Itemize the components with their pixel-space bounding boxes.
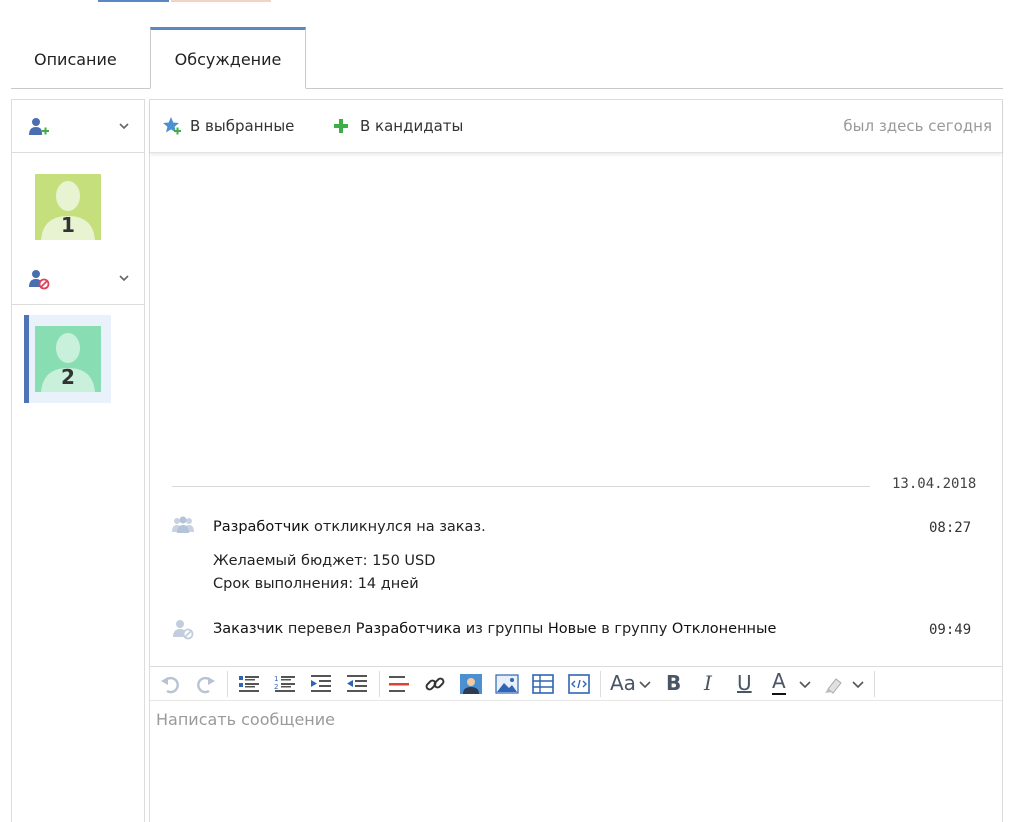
group-users-icon [172, 516, 194, 533]
horizontal-rule-icon[interactable] [387, 673, 411, 695]
event-time: 09:49 [929, 622, 972, 638]
event-move-text: Заказчик перевел Разработчика из группы … [213, 621, 776, 637]
message-input[interactable]: Написать сообщение [156, 710, 335, 729]
link-icon[interactable] [423, 673, 447, 695]
highlighter-icon[interactable] [822, 673, 846, 695]
date-divider [172, 486, 870, 487]
insert-table-icon[interactable] [531, 673, 555, 695]
event-text: откликнулся на заказ. [309, 519, 486, 535]
event-group-to: Отклоненные [671, 621, 777, 637]
chevron-down-icon[interactable] [799, 680, 811, 690]
code-icon[interactable] [567, 673, 591, 695]
message-date: 13.04.2018 [892, 476, 977, 492]
redo-icon[interactable] [193, 673, 217, 695]
chevron-down-icon[interactable] [852, 680, 864, 690]
event-text: перевел [283, 621, 356, 637]
candidates-label: В кандидаты [360, 117, 464, 135]
candidate-sidebar: 1 2 [11, 99, 145, 822]
chevron-down-icon[interactable] [118, 272, 130, 284]
top-accent-strip-secondary [171, 0, 271, 2]
event-text: из группы [461, 621, 548, 637]
underline-button[interactable]: U [737, 669, 752, 697]
undo-icon[interactable] [159, 673, 183, 695]
avatar-number: 1 [61, 213, 75, 237]
chevron-down-icon[interactable] [639, 680, 651, 690]
toolbar-separator [379, 671, 380, 697]
star-add-icon [163, 117, 181, 135]
last-seen-status: был здесь сегодня [843, 117, 992, 135]
chevron-down-icon[interactable] [118, 120, 130, 132]
add-user-icon [29, 118, 49, 135]
svg-text:2: 2 [274, 683, 278, 691]
event-detail-deadline: Срок выполнения: 14 дней [213, 576, 419, 592]
insert-image-icon[interactable] [495, 673, 519, 695]
bold-button[interactable]: B [666, 669, 681, 697]
top-accent-strip [98, 0, 169, 2]
user-blocked-gray-icon [173, 620, 194, 640]
text-color-button[interactable]: A [772, 669, 786, 695]
candidate-avatar-1[interactable]: 1 [35, 174, 101, 240]
toolbar-separator [227, 671, 228, 697]
candidate-avatar-2[interactable]: 2 [35, 326, 101, 392]
event-response-text: Разработчик откликнулся на заказ. [213, 519, 486, 535]
discussion-panel: В выбранные В кандидаты был здесь сегодн… [149, 99, 1003, 822]
blocked-user-icon [29, 270, 50, 290]
toolbar-separator [600, 671, 601, 697]
avatar-number: 2 [61, 365, 75, 389]
toolbar-separator [874, 671, 875, 697]
svg-text:1: 1 [274, 675, 278, 683]
event-actor: Разработчик [213, 519, 310, 535]
tab-bar: Описание Обсуждение [11, 27, 1003, 89]
tab-discussion[interactable]: Обсуждение [150, 27, 306, 89]
indent-icon[interactable] [309, 673, 333, 695]
insert-user-icon[interactable] [459, 673, 483, 695]
plus-icon [334, 119, 348, 133]
group-header-new[interactable] [12, 100, 144, 153]
font-size-button[interactable]: Aa [610, 669, 636, 697]
bulleted-list-icon[interactable] [237, 673, 261, 695]
candidate-toolbar: В выбранные В кандидаты был здесь сегодн… [150, 100, 1002, 153]
event-group-from: Новые [547, 621, 597, 637]
group-header-rejected[interactable] [12, 252, 144, 305]
editor-toolbar: 1 2 Aa B I U A [150, 666, 1002, 701]
italic-button[interactable]: I [704, 669, 712, 697]
event-text: в группу [596, 621, 672, 637]
event-detail-budget: Желаемый бюджет: 150 USD [213, 553, 436, 569]
favorites-label: В выбранные [190, 117, 295, 135]
event-actor-2: Разработчика [355, 621, 462, 637]
event-time: 08:27 [929, 520, 972, 536]
outdent-icon[interactable] [345, 673, 369, 695]
numbered-list-icon[interactable]: 1 2 [273, 673, 297, 695]
event-actor: Заказчик [213, 621, 284, 637]
tab-description[interactable]: Описание [34, 45, 117, 75]
